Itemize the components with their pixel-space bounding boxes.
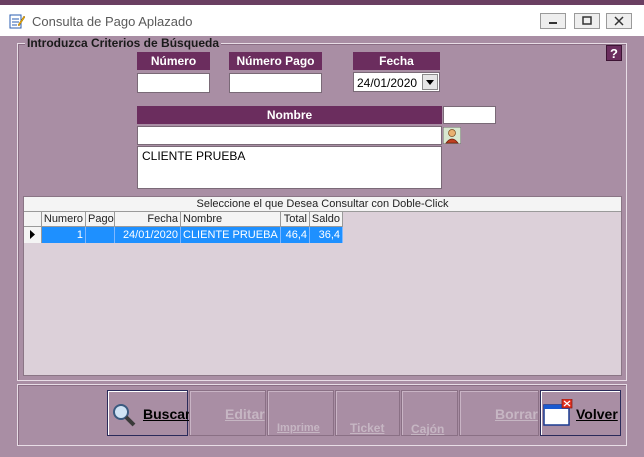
ticket-button[interactable]: Ticket	[335, 390, 400, 436]
borrar-button[interactable]: Borrar	[459, 390, 539, 436]
fecha-date-picker[interactable]: 24/01/2020	[353, 72, 440, 92]
nombre-input[interactable]	[137, 126, 442, 145]
fecha-value: 24/01/2020	[357, 76, 418, 90]
numero-label: Número	[137, 52, 210, 70]
close-button[interactable]	[606, 13, 632, 29]
col-header-numero[interactable]: Numero	[42, 212, 86, 227]
search-criteria-legend: Introduzca Criterios de Búsqueda	[25, 36, 222, 50]
nombre-list-item[interactable]: CLIENTE PRUEBA	[142, 149, 245, 163]
client-search-button[interactable]	[442, 126, 462, 145]
title-bar[interactable]: Consulta de Pago Aplazado	[0, 5, 644, 36]
help-button[interactable]: ?	[606, 45, 622, 61]
numero-pago-label: Número Pago	[229, 52, 322, 70]
close-icon	[614, 16, 624, 26]
ticket-label: Ticket	[350, 421, 385, 435]
table-row-cell-total[interactable]: 46,4	[281, 227, 310, 243]
window-title: Consulta de Pago Aplazado	[32, 14, 193, 29]
row-indicator	[24, 227, 42, 243]
client-area: Introduzca Criterios de Búsqueda ? Númer…	[0, 36, 644, 457]
imprime-button[interactable]: Imprime	[267, 390, 334, 436]
table-row-cell-numero[interactable]: 1	[42, 227, 86, 243]
numero-input[interactable]	[137, 73, 210, 93]
grid-corner	[24, 212, 42, 227]
action-toolbar: Buscar Editar Imprime Ticket Cajón Borra…	[17, 384, 627, 446]
fecha-label: Fecha	[353, 52, 440, 70]
table-row-cell-nombre[interactable]: CLIENTE PRUEBA	[181, 227, 281, 243]
buscar-label: Buscar	[143, 406, 191, 422]
nombre-label: Nombre	[137, 106, 442, 124]
cajon-label: Cajón	[411, 422, 445, 436]
col-header-saldo[interactable]: Saldo	[310, 212, 343, 227]
table-row-cell-fecha[interactable]: 24/01/2020	[115, 227, 181, 243]
magnifier-icon	[113, 404, 136, 427]
fecha-dropdown-button[interactable]	[422, 74, 438, 90]
nombre-code-input[interactable]	[443, 106, 496, 124]
col-header-nombre[interactable]: Nombre	[181, 212, 281, 227]
person-icon	[442, 126, 462, 145]
exit-window-icon	[543, 399, 573, 426]
maximize-icon	[582, 16, 592, 25]
borrar-label: Borrar	[495, 406, 538, 422]
cajon-button[interactable]: Cajón	[401, 390, 458, 436]
volver-button[interactable]: Volver	[540, 390, 621, 436]
volver-label: Volver	[576, 406, 618, 422]
chevron-down-icon	[426, 80, 434, 85]
imprime-label: Imprime	[277, 422, 320, 434]
col-header-total[interactable]: Total	[281, 212, 310, 227]
nombre-result-list[interactable]: CLIENTE PRUEBA	[137, 146, 442, 189]
row-pointer-icon	[30, 230, 35, 239]
minimize-icon	[549, 22, 557, 24]
col-header-pago[interactable]: Pago	[86, 212, 115, 227]
buscar-button[interactable]: Buscar	[107, 390, 191, 436]
grid-title: Seleccione el que Desea Consultar con Do…	[24, 197, 621, 212]
maximize-button[interactable]	[574, 13, 600, 29]
minimize-button[interactable]	[540, 13, 566, 29]
numero-pago-input[interactable]	[229, 73, 322, 93]
table-row-cell-pago[interactable]	[86, 227, 115, 243]
col-header-fecha[interactable]: Fecha	[115, 212, 181, 227]
editar-button[interactable]: Editar	[189, 390, 266, 436]
window: Consulta de Pago Aplazado Introduzca Cri…	[0, 5, 644, 457]
table-row-cell-saldo[interactable]: 36,4	[310, 227, 343, 243]
results-grid[interactable]: Seleccione el que Desea Consultar con Do…	[23, 196, 622, 376]
edit-document-icon	[9, 14, 25, 29]
editar-label: Editar	[225, 406, 265, 422]
